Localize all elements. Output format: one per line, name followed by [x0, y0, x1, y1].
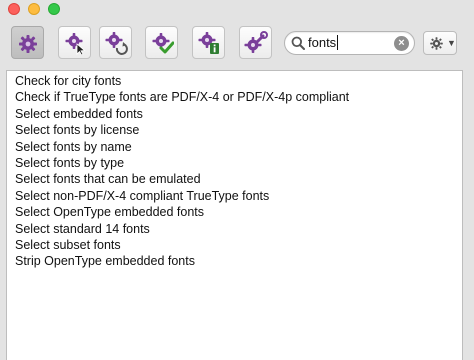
refresh-tool-button[interactable]	[99, 26, 132, 59]
clear-icon[interactable]: ×	[394, 36, 409, 51]
search-field[interactable]: fonts ×	[284, 31, 415, 55]
text-caret	[337, 35, 339, 50]
chevron-down-icon: ▼	[447, 38, 456, 48]
search-icon	[291, 36, 305, 50]
list-item[interactable]: Select fonts by name	[7, 139, 462, 155]
gear-wrench-icon	[244, 30, 268, 53]
gear-icon	[430, 37, 443, 50]
list-item[interactable]: Select fonts that can be emulated	[7, 171, 462, 187]
results-rows: Check for city fonts Check if TrueType fo…	[7, 71, 462, 270]
toolbar: fonts × ▼	[0, 14, 474, 70]
fixups-tool-button[interactable]	[11, 26, 44, 59]
select-tool-button[interactable]	[58, 26, 91, 59]
list-item[interactable]: Select OpenType embedded fonts	[7, 204, 462, 220]
list-item[interactable]: Check if TrueType fonts are PDF/X-4 or P…	[7, 89, 462, 105]
list-item[interactable]: Select non-PDF/X-4 compliant TrueType fo…	[7, 188, 462, 204]
gear-icon	[18, 34, 37, 53]
options-menu-button[interactable]: ▼	[423, 31, 457, 55]
list-item[interactable]: Strip OpenType embedded fonts	[7, 253, 462, 269]
gear-refresh-icon	[105, 31, 128, 55]
list-item[interactable]: Select fonts by license	[7, 122, 462, 138]
list-item[interactable]: Select standard 14 fonts	[7, 221, 462, 237]
preflight-window: fonts × ▼ Check for city fonts Check if …	[0, 0, 474, 360]
gear-info-icon	[198, 31, 219, 54]
list-item[interactable]: Select embedded fonts	[7, 106, 462, 122]
info-tool-button[interactable]	[192, 26, 225, 59]
list-item[interactable]: Check for city fonts	[7, 73, 462, 89]
gear-check-icon	[152, 32, 174, 53]
list-item[interactable]: Select subset fonts	[7, 237, 462, 253]
search-input[interactable]: fonts	[308, 35, 339, 51]
results-list[interactable]: Check for city fonts Check if TrueType fo…	[6, 70, 463, 360]
list-item[interactable]: Select fonts by type	[7, 155, 462, 171]
wrench-tool-button[interactable]	[239, 26, 272, 59]
check-tool-button[interactable]	[145, 26, 178, 59]
gear-cursor-icon	[65, 32, 85, 55]
